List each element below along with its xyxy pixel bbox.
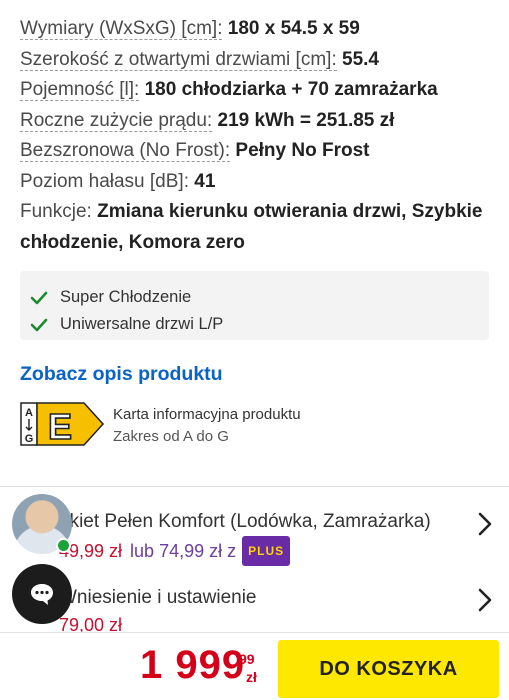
spec-dimensions: Wymiary (WxSxG) [cm]: 180 x 54.5 x 59	[20, 14, 500, 45]
spec-value: 41	[194, 170, 216, 192]
energy-info-title[interactable]: Karta informacyjna produktu	[113, 404, 301, 426]
spec-value: 180 x 54.5 x 59	[227, 18, 360, 39]
energy-text: Karta informacyjna produktu Zakres od A …	[113, 404, 301, 448]
chat-bubble-icon	[31, 584, 53, 605]
chat-button[interactable]	[12, 564, 72, 624]
feature-label: Super Chłodzenie	[60, 288, 192, 306]
price-cents: 99	[239, 651, 255, 667]
spec-label[interactable]: Szerokość z otwartymi drzwiami [cm]:	[20, 48, 337, 71]
service-carry-in[interactable]: Wniesienie i ustawienie 79,00 zł	[59, 584, 499, 638]
check-icon	[30, 291, 48, 304]
feature-label: Uniwersalne drzwi L/P	[60, 315, 224, 333]
product-description-link[interactable]: Zobacz opis produktu	[20, 363, 223, 386]
price-currency: zł	[246, 669, 257, 685]
spec-label[interactable]: Bezszronowa (No Frost):	[20, 140, 231, 162]
spec-value: 55.4	[342, 48, 379, 70]
spec-value: Pełny No Frost	[235, 140, 370, 161]
add-to-cart-button[interactable]: DO KOSZYKA	[278, 640, 499, 698]
spec-label[interactable]: Roczne zużycie prądu:	[20, 109, 213, 132]
spec-noise-level: Poziom hałasu [dB]: 41	[20, 167, 500, 198]
service-price-row: 49,99 zł lub 74,99 zł z PLUS	[59, 536, 499, 566]
chevron-right-icon[interactable]	[475, 588, 495, 612]
energy-class-letter: E	[48, 406, 72, 446]
energy-range-text: Zakres od A do G	[113, 428, 229, 445]
product-specs: Wymiary (WxSxG) [cm]: 180 x 54.5 x 59 Sz…	[20, 14, 500, 258]
spec-label[interactable]: Pojemność [l]:	[20, 79, 140, 101]
features-box: Super Chłodzenie Uniwersalne drzwi L/P	[20, 271, 489, 340]
feature-item: Uniwersalne drzwi L/P	[20, 311, 489, 338]
service-alt-price: lub 74,99 zł z	[130, 541, 237, 561]
check-icon	[30, 318, 48, 331]
spec-label: Funkcje:	[20, 201, 92, 222]
spec-energy-usage: Roczne zużycie prądu: 219 kWh = 251.85 z…	[20, 106, 500, 137]
spec-functions: Funkcje: Zmiana kierunku otwierania drzw…	[20, 197, 500, 258]
online-status-dot	[56, 538, 71, 553]
service-name: Wniesienie i ustawienie	[59, 587, 257, 608]
spec-open-width: Szerokość z otwartymi drzwiami [cm]: 55.…	[20, 45, 500, 76]
energy-class-icon[interactable]: A G E	[20, 402, 104, 446]
section-divider	[0, 486, 509, 487]
price-main: 1 999	[140, 643, 246, 687]
spec-value: 180 chłodziarka + 70 zamrażarka	[144, 79, 438, 100]
service-name: akiet Pełen Komfort (Lodówka, Zamrażarka…	[59, 511, 431, 532]
feature-item: Super Chłodzenie	[20, 284, 489, 311]
energy-range-top: A	[25, 407, 33, 419]
service-comfort-package[interactable]: akiet Pełen Komfort (Lodówka, Zamrażarka…	[59, 508, 499, 566]
spec-no-frost: Bezszronowa (No Frost): Pełny No Frost	[20, 136, 500, 167]
plus-badge: PLUS	[242, 536, 291, 566]
spec-capacity: Pojemność [l]: 180 chłodziarka + 70 zamr…	[20, 75, 500, 106]
sticky-footer: 1 999 99 zł DO KOSZYKA	[0, 632, 509, 700]
energy-label-section[interactable]: A G E Karta informacyjna produktu Zakres…	[20, 402, 301, 448]
chevron-right-icon[interactable]	[475, 512, 495, 536]
spec-label[interactable]: Wymiary (WxSxG) [cm]:	[20, 18, 223, 40]
spec-value: 219 kWh = 251.85 zł	[217, 109, 395, 131]
spec-label: Poziom hałasu [dB]:	[20, 170, 189, 192]
energy-range-bottom: G	[25, 433, 34, 445]
